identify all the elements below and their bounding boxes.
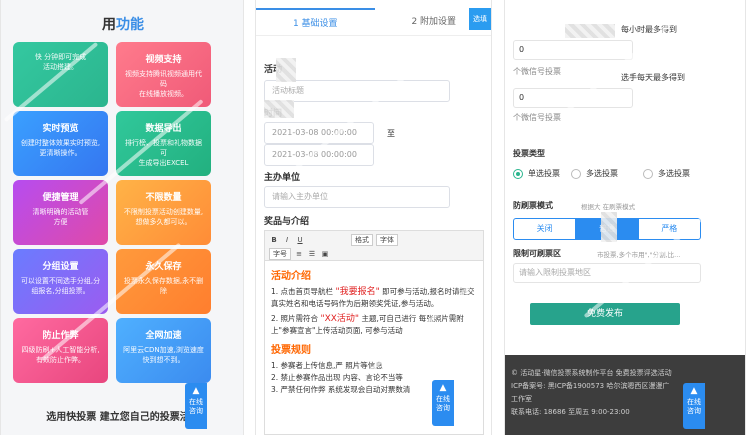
chat-icon: ▲ xyxy=(439,383,447,393)
footer-contact: 联系电话: 18686 至周五 9:00-23:00 xyxy=(511,408,630,416)
intro-paragraph-2: 2. 照片需符合 "XX活动" 主题,可自己进行 每张照片需附上"参赛宣言"上传… xyxy=(271,314,464,335)
online-consult-button[interactable]: ▲ 在线 咨询 xyxy=(683,383,705,429)
footer-icp: ICP备案号: 黑ICP备1900573 哈尔滨嗯西区漫漫广 xyxy=(511,382,670,390)
card-desc: 阿里云CDN加速,浏览速度 快到想不到。 xyxy=(123,346,204,364)
card-desc: 不限制投票活动创建数量, 想做多久都可以。 xyxy=(123,208,204,226)
card-title: 不限数量 xyxy=(145,193,182,203)
organizer-input[interactable]: 请输入主办单位 xyxy=(264,186,450,208)
anti-fraud-label: 防刷票模式 xyxy=(513,201,553,210)
format-select[interactable]: 格式 xyxy=(351,234,373,246)
online-consult-button[interactable]: ▲ 在线 咨询 xyxy=(185,383,207,429)
activity-title-input[interactable]: 活动标题 xyxy=(264,80,450,102)
chat-label: 咨询 xyxy=(687,407,701,415)
online-consult-button[interactable]: ▲ 在线 咨询 xyxy=(432,380,454,426)
card-title: 全网加速 xyxy=(145,331,182,341)
image-icon[interactable]: ▣ xyxy=(320,250,330,258)
title-prefix: 用 xyxy=(102,17,116,33)
chat-label: 在线 xyxy=(189,398,203,406)
card-desc: 四级防刷+人工智能分析, 有效防止作弊。 xyxy=(21,346,100,364)
per-hour-input[interactable]: 0 xyxy=(513,40,633,60)
radio-single[interactable]: 单选投票 xyxy=(513,168,560,179)
site-footer: © 活动星·微信投票系统制作平台 免费投票评选活动 ICP备案号: 黑ICP备1… xyxy=(505,355,745,435)
promo-footer: 选用快投票 建立您自己的投票活动 xyxy=(46,412,200,423)
radio-multi-2[interactable]: 多选投票 xyxy=(643,168,690,179)
editor-toolbar: B I U 格式 字体 字号 ≡ ☰ ▣ xyxy=(265,231,483,261)
card-title: 防止作弊 xyxy=(42,331,79,341)
free-publish-button[interactable]: 免费发布 xyxy=(530,303,680,325)
limit-region-label: 限制可刷票区 xyxy=(513,249,561,258)
settings-tabs: 1 基础设置 2 附加设置 xyxy=(256,8,491,36)
per-hour-hint: 个微信号投票 xyxy=(513,67,561,76)
card-desc: 清晰明确的活动管 方便 xyxy=(32,208,89,226)
align-center-icon[interactable]: ☰ xyxy=(307,250,317,258)
chat-icon: ▲ xyxy=(690,386,698,396)
feature-grid: 快 分钟即可完成 活动搭建。 视频支持 视频支持腾讯视频通用代码 在线播放视频。 … xyxy=(13,42,235,383)
radio-dot-selected xyxy=(513,168,523,179)
card-title: 分组设置 xyxy=(42,262,79,272)
feature-screen: 用功能 快 分钟即可完成 活动搭建。 视频支持视频支持腾讯视频通用代码 在线播放… xyxy=(0,0,244,435)
radio-dot xyxy=(643,168,653,179)
feature-card-preview[interactable]: 实时预览创建时整体效果实时预览, 更清晰操作。 xyxy=(13,111,108,176)
bold-button[interactable]: B xyxy=(269,236,279,244)
intro-heading: 活动介绍 xyxy=(271,271,311,282)
title-accent: 功能 xyxy=(116,17,144,33)
card-desc: 快 分钟即可完成 活动搭建。 xyxy=(34,53,87,71)
mode-off[interactable]: 关闭 xyxy=(514,219,577,239)
prize-label: 奖品与介绍 xyxy=(264,217,310,227)
extra-settings-screen: 每小时最多得到 0 个微信号投票 选手每天最多得到 0 个微信号投票 投票类型 … xyxy=(504,0,746,435)
feature-card-cdn[interactable]: 全网加速阿里云CDN加速,浏览速度 快到想不到。 xyxy=(116,318,211,383)
radio-multi[interactable]: 多选投票 xyxy=(571,168,618,179)
per-day-hint: 个微信号投票 xyxy=(513,113,561,122)
underline-button[interactable]: U xyxy=(295,236,305,244)
card-title: 永久保存 xyxy=(145,262,182,272)
feature-card-video[interactable]: 视频支持视频支持腾讯视频通用代码 在线播放视频。 xyxy=(116,42,211,107)
start-time-input[interactable]: 2021-03-08 00:00:00 xyxy=(264,122,374,144)
feature-card-groups[interactable]: 分组设置可以设置不同选手分组,分 组报名,分组投票。 xyxy=(13,249,108,314)
italic-button[interactable]: I xyxy=(282,236,292,244)
card-title: 实时预览 xyxy=(42,124,79,134)
align-left-icon[interactable]: ≡ xyxy=(294,250,304,258)
anti-fraud-hint: 根据大 在刷票模式 xyxy=(581,203,636,211)
chat-label: 咨询 xyxy=(189,407,203,415)
limit-region-hint: 市投票,多个市用","分割,比... xyxy=(597,251,681,259)
rules-heading: 投票规则 xyxy=(271,345,311,356)
chat-label: 在线 xyxy=(436,395,450,403)
radio-dot xyxy=(571,168,581,179)
tab-basic-settings[interactable]: 1 基础设置 xyxy=(256,8,375,35)
feature-card-unlimited[interactable]: 不限数量不限制投票活动创建数量, 想做多久都可以。 xyxy=(116,180,211,245)
card-desc: 视频支持腾讯视频通用代码 在线播放视频。 xyxy=(125,70,202,98)
card-desc: 可以设置不同选手分组,分 组报名,分组投票。 xyxy=(20,277,101,295)
card-title: 视频支持 xyxy=(145,55,182,65)
limit-region-input[interactable]: 请输入限制投票地区 xyxy=(513,263,701,283)
card-desc: 创建时整体效果实时预览, 更清晰操作。 xyxy=(20,139,101,157)
to-label: 至 xyxy=(387,129,395,138)
font-select[interactable]: 字体 xyxy=(376,234,398,246)
per-day-label: 选手每天最多得到 xyxy=(621,73,685,82)
footer-copyright: © 活动星·微信投票系统制作平台 免费投票评选活动 xyxy=(511,369,672,377)
chat-icon: ▲ xyxy=(192,386,200,396)
card-desc: 排行榜、投票和礼物数据可 生成导出EXCEL xyxy=(125,139,202,167)
chat-label: 咨询 xyxy=(436,404,450,412)
organizer-label: 主办单位 xyxy=(264,173,301,183)
chat-label: 在线 xyxy=(687,398,701,406)
feature-card-export[interactable]: 数据导出排行榜、投票和礼物数据可 生成导出EXCEL xyxy=(116,111,211,176)
basic-settings-screen: 1 基础设置 2 附加设置 选填 活动 活动标题 时间 2021-03-08 0… xyxy=(255,0,492,435)
footer-studio: 工作室 xyxy=(511,395,532,403)
optional-corner-badge: 选填 xyxy=(469,8,491,30)
vote-type-label: 投票类型 xyxy=(513,149,545,158)
size-select[interactable]: 字号 xyxy=(269,248,291,260)
feature-card-anticheat[interactable]: 防止作弊四级防刷+人工智能分析, 有效防止作弊。 xyxy=(13,318,108,383)
feature-title: 用功能 xyxy=(1,14,243,34)
